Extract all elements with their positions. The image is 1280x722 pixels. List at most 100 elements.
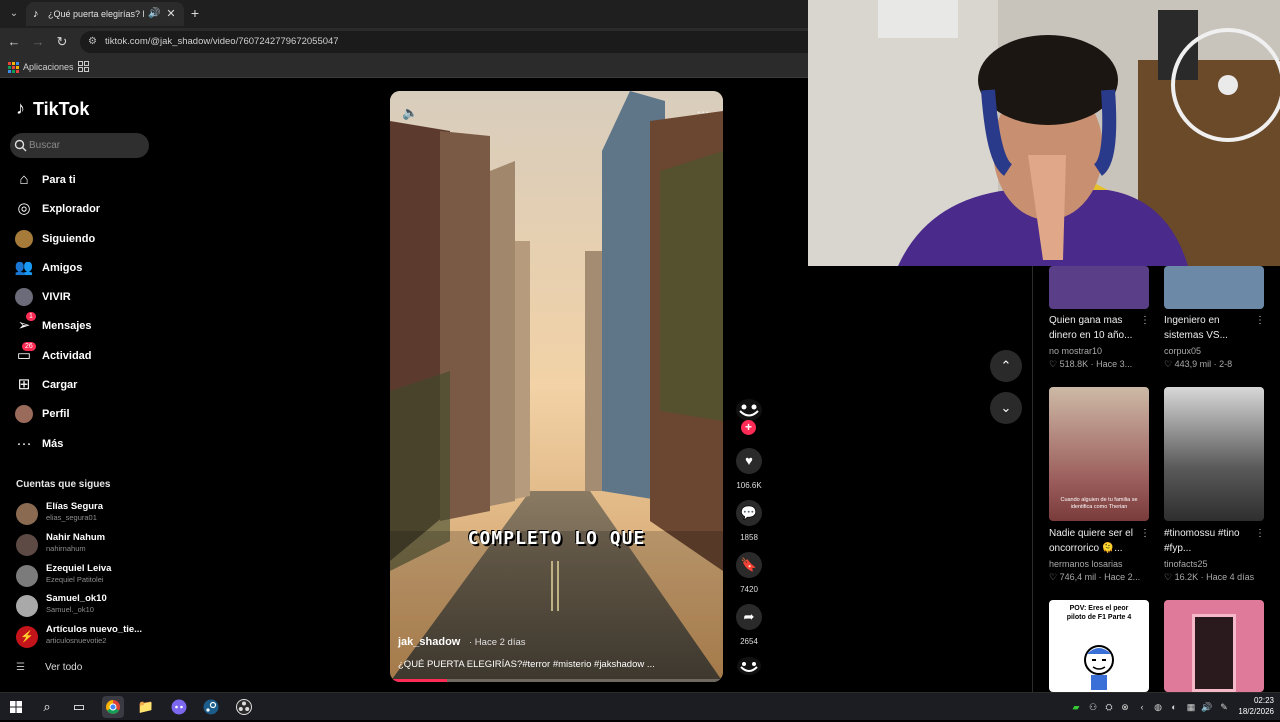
video-progress-bar[interactable] — [390, 679, 723, 682]
nav-upload[interactable]: ⊞ Cargar — [14, 373, 154, 397]
tray-app-icon[interactable]: ⊗ — [1119, 700, 1131, 714]
nav-profile[interactable]: Perfil — [14, 402, 154, 426]
recommended-thumbnail[interactable] — [1164, 387, 1264, 521]
recommended-title[interactable]: Ingeniero en sistemas VS... — [1164, 313, 1254, 343]
nav-messages[interactable]: ➢ 1 Mensajes — [14, 312, 154, 338]
site-info-icon[interactable]: ⚙ — [88, 36, 100, 48]
tray-nvidia-icon[interactable]: ▰ — [1070, 700, 1082, 714]
previous-video-chevron-up-icon[interactable]: ⌃ — [990, 350, 1022, 382]
recommended-thumbnail[interactable]: Cuando alguien de tu familia se identifi… — [1049, 387, 1149, 521]
file-explorer-icon[interactable]: 📁 — [135, 696, 157, 718]
recommended-author[interactable]: tinofacts25 — [1164, 558, 1208, 571]
taskbar-clock-time[interactable]: 02:23 — [1240, 695, 1274, 706]
mute-icon[interactable]: 🔈 — [402, 105, 418, 121]
tiktok-logo-icon[interactable]: ♪ — [16, 97, 34, 119]
volume-icon[interactable]: 🔊 — [1201, 700, 1213, 714]
tray-overflow-chevron-icon[interactable]: ‹ — [1136, 700, 1148, 714]
recommended-author[interactable]: corpux05 — [1164, 345, 1201, 358]
tray-app-icon[interactable]: ⚇ — [1087, 700, 1099, 714]
recommended-thumbnail[interactable]: POV: Eres el peor piloto de F1 Parte 4 — [1049, 600, 1149, 692]
video-author[interactable]: jak_shadow — [398, 635, 460, 649]
task-view-icon[interactable]: ▭ — [68, 696, 90, 718]
webcam-overlay — [808, 0, 1280, 266]
obs-logo-icon — [236, 699, 252, 715]
share-icon[interactable]: ➦ — [736, 604, 762, 630]
card-menu-icon[interactable]: ⋮ — [1140, 315, 1150, 327]
friends-icon: 👥 — [14, 259, 34, 276]
account-item[interactable]: Samuel_ok10 Samuel._ok10 — [16, 593, 146, 619]
video-player[interactable]: 🔈 ··· COMPLETO LO QUE jak_shadow · Hace … — [390, 91, 723, 682]
video-frame-city — [390, 91, 723, 682]
tab-search-chevron-icon[interactable]: ⌄ — [6, 6, 22, 22]
nav-explore[interactable]: ◎ Explorador — [14, 197, 154, 221]
obs-icon[interactable] — [233, 696, 255, 718]
tray-app-icon[interactable]: ⛭ — [1103, 700, 1115, 714]
card-menu-icon[interactable]: ⋮ — [1255, 528, 1265, 540]
next-video-chevron-down-icon[interactable]: ⌄ — [990, 392, 1022, 424]
card-menu-icon[interactable]: ⋮ — [1255, 315, 1265, 327]
steam-logo-icon — [203, 699, 219, 715]
forward-arrow-icon[interactable]: → — [30, 34, 46, 50]
new-tab-icon[interactable]: + — [188, 5, 202, 21]
recommended-title[interactable]: Nadie quiere ser el oncorrorico 🫠... — [1049, 526, 1139, 556]
address-bar[interactable]: ⚙ tiktok.com/@jak_shadow/video/760724277… — [80, 31, 808, 53]
taskbar-clock-date[interactable]: 18/2/2026 — [1234, 706, 1274, 717]
nav-following[interactable]: Siguiendo — [14, 227, 154, 251]
discord-icon[interactable] — [168, 696, 190, 718]
recommended-thumbnail[interactable] — [1049, 266, 1149, 309]
tab-title: ¿Qué puerta elegirías? Desc — [48, 9, 144, 19]
card-menu-icon[interactable]: ⋮ — [1140, 528, 1150, 540]
chrome-icon[interactable] — [102, 696, 124, 718]
network-icon[interactable]: ▦ — [1185, 700, 1197, 714]
account-item[interactable]: ⚡ Artículos nuevo_tie... articulosnuevot… — [16, 624, 146, 650]
nav-for-you[interactable]: ⌂ Para ti — [14, 168, 154, 192]
recommended-thumbnail[interactable] — [1164, 600, 1264, 692]
search-icon[interactable]: ⌕ — [36, 696, 58, 718]
more-options-icon[interactable]: ··· — [694, 105, 712, 119]
compass-icon: ◎ — [17, 200, 31, 217]
creator-avatar[interactable] — [735, 398, 763, 422]
recommended-author[interactable]: hermanos losarias — [1049, 558, 1123, 571]
bookmark-apps-label[interactable]: Aplicaciones — [23, 60, 74, 74]
nav-label: Mensajes — [42, 320, 92, 332]
bookmark-icon[interactable]: 🔖 — [736, 552, 762, 578]
nav-more[interactable]: ··· Más — [14, 432, 154, 456]
music-disc-icon[interactable] — [736, 656, 762, 676]
account-avatar — [16, 565, 38, 587]
live-icon — [15, 288, 33, 306]
tray-app-icon[interactable]: ◍ — [1152, 700, 1164, 714]
windows-start-icon[interactable] — [5, 696, 27, 718]
pen-icon[interactable]: ✎ — [1218, 700, 1230, 714]
apps-grid-icon[interactable] — [8, 62, 19, 73]
list-icon: ☰ — [16, 662, 25, 673]
browser-tab[interactable]: ♪ ¿Qué puerta elegirías? Desc 🔊 ✕ — [26, 2, 184, 26]
account-item[interactable]: Nahir Nahum nahirnahum — [16, 532, 146, 558]
like-heart-icon[interactable]: ♥ — [736, 448, 762, 474]
recommended-author[interactable]: no mostrar10 — [1049, 345, 1102, 358]
comment-icon[interactable]: 💬 — [736, 500, 762, 526]
see-all-button[interactable]: ☰ Ver todo — [16, 660, 106, 676]
video-description[interactable]: ¿QUÉ PUERTA ELEGIRÍAS?#terror #misterio … — [398, 658, 655, 671]
address-url[interactable]: tiktok.com/@jak_shadow/video/76072427796… — [105, 35, 339, 49]
recommended-title[interactable]: Quien gana mas dinero en 10 año... — [1049, 313, 1139, 343]
search-placeholder: Buscar — [29, 140, 61, 151]
nav-label: Cargar — [42, 379, 78, 391]
back-arrow-icon[interactable]: ← — [6, 34, 22, 50]
tab-close-icon[interactable]: ✕ — [165, 7, 177, 21]
recommended-title[interactable]: #tinomossu #tino #fyp... — [1164, 526, 1254, 556]
nav-live[interactable]: VIVIR — [14, 285, 154, 309]
tab-groups-icon[interactable] — [78, 61, 89, 72]
reload-icon[interactable]: ↻ — [54, 34, 70, 50]
tray-steam-icon[interactable]: ◐ — [1168, 700, 1180, 714]
follow-plus-button[interactable]: + — [741, 420, 756, 435]
account-item[interactable]: Ezequiel Leiva Ezequiel Patitolei — [16, 563, 146, 589]
account-item[interactable]: Elías Segura elias_segura01 — [16, 501, 146, 527]
chrome-logo-icon — [106, 700, 120, 714]
tiktok-logo[interactable]: TikTok — [33, 98, 89, 120]
nav-friends[interactable]: 👥 Amigos — [14, 256, 154, 280]
steam-icon[interactable] — [200, 696, 222, 718]
recommended-thumbnail[interactable] — [1164, 266, 1264, 309]
search-input[interactable]: Buscar — [10, 133, 149, 158]
tab-audio-icon[interactable]: 🔊 — [148, 7, 160, 21]
nav-activity[interactable]: ▭ 26 Actividad — [14, 342, 154, 368]
